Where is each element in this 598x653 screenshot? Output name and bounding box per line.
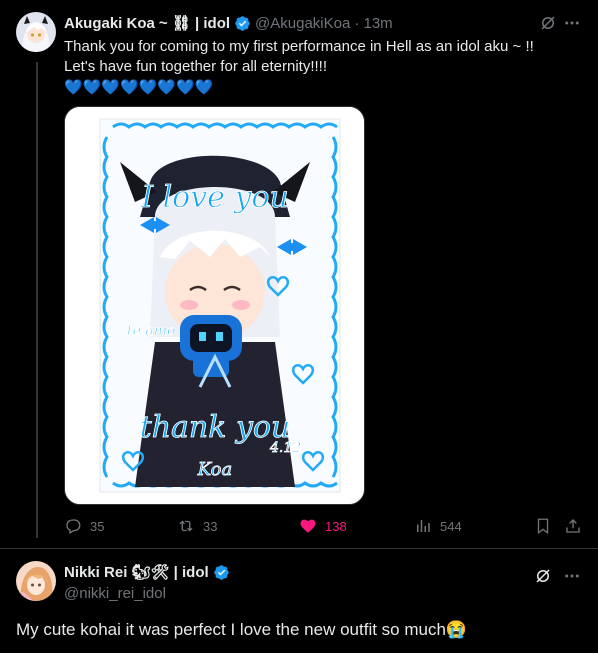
action-bar: 35 33 138 544 <box>64 517 584 537</box>
share-button[interactable] <box>564 517 590 535</box>
display-name[interactable]: Akugaki Koa <box>64 15 155 32</box>
handle[interactable]: @AkugakiKoa <box>255 15 350 32</box>
media-text-love: I love you <box>140 180 289 215</box>
display-name[interactable]: Nikki Rei <box>64 564 127 581</box>
bookmark-button[interactable] <box>534 517 560 535</box>
tweet-text-line2: Let's have fun together for all eternity… <box>64 58 328 75</box>
handle[interactable]: @nikki_rei_idol <box>64 585 166 602</box>
more-icon[interactable] <box>562 566 582 586</box>
bookmark-icon <box>537 518 549 535</box>
grok-icon[interactable] <box>538 13 558 33</box>
display-name-suffix[interactable]: ~ ⛓ | idol <box>159 14 230 32</box>
like-icon <box>300 519 316 533</box>
tweet-handle-row: @nikki_rei_idol <box>64 583 166 603</box>
thread-line <box>36 62 38 538</box>
media-text-date: 4.12 <box>269 440 301 456</box>
tweet-hearts: 💙💙💙💙💙💙💙💙 <box>64 79 214 96</box>
tweet-header: Nikki Rei 🐿🛠 | idol <box>64 562 234 582</box>
repost-count: 33 <box>203 518 218 534</box>
avatar-akugaki[interactable] <box>16 12 56 52</box>
reply-count: 35 <box>90 518 105 534</box>
avatar-nikki[interactable] <box>16 561 56 601</box>
tweet-akugaki[interactable]: Akugaki Koa ~ ⛓ | idol @AkugakiKoa · 13m… <box>0 0 598 548</box>
reply-button[interactable]: 35 <box>64 517 104 535</box>
grok-icon[interactable] <box>533 566 553 586</box>
repost-button[interactable]: 33 <box>177 517 217 535</box>
tweet-text: My cute kohai it was perfect I love the … <box>16 620 468 639</box>
share-icon <box>566 519 580 533</box>
tweet-header: Akugaki Koa ~ ⛓ | idol @AkugakiKoa · 13m <box>64 13 393 33</box>
repost-icon <box>179 520 193 532</box>
tweet-nikki[interactable]: Nikki Rei 🐿🛠 | idol @nikki_rei_idol My c… <box>0 549 598 653</box>
media-text-teamo: te amo <box>127 323 175 339</box>
tweet-media-image[interactable]: I love you te amo thank you 4.12 Koa <box>64 106 365 505</box>
reply-icon <box>66 519 81 534</box>
views-icon <box>417 520 430 532</box>
view-count: 544 <box>440 518 462 534</box>
tweet-text: Thank you for coming to my first perform… <box>64 37 584 99</box>
views-button[interactable]: 544 <box>414 517 462 535</box>
like-button[interactable]: 138 <box>299 517 347 535</box>
media-text-thankyou: thank you <box>140 410 291 445</box>
more-icon[interactable] <box>562 13 582 33</box>
verified-icon <box>213 564 229 580</box>
timestamp[interactable]: · 13m <box>354 15 392 32</box>
like-count: 138 <box>325 518 347 534</box>
tweet-text-line1: Thank you for coming to my first perform… <box>64 38 534 55</box>
verified-icon <box>235 15 250 31</box>
media-text-sign: Koa <box>197 459 233 480</box>
display-name-suffix[interactable]: 🐿🛠 | idol <box>131 563 208 581</box>
